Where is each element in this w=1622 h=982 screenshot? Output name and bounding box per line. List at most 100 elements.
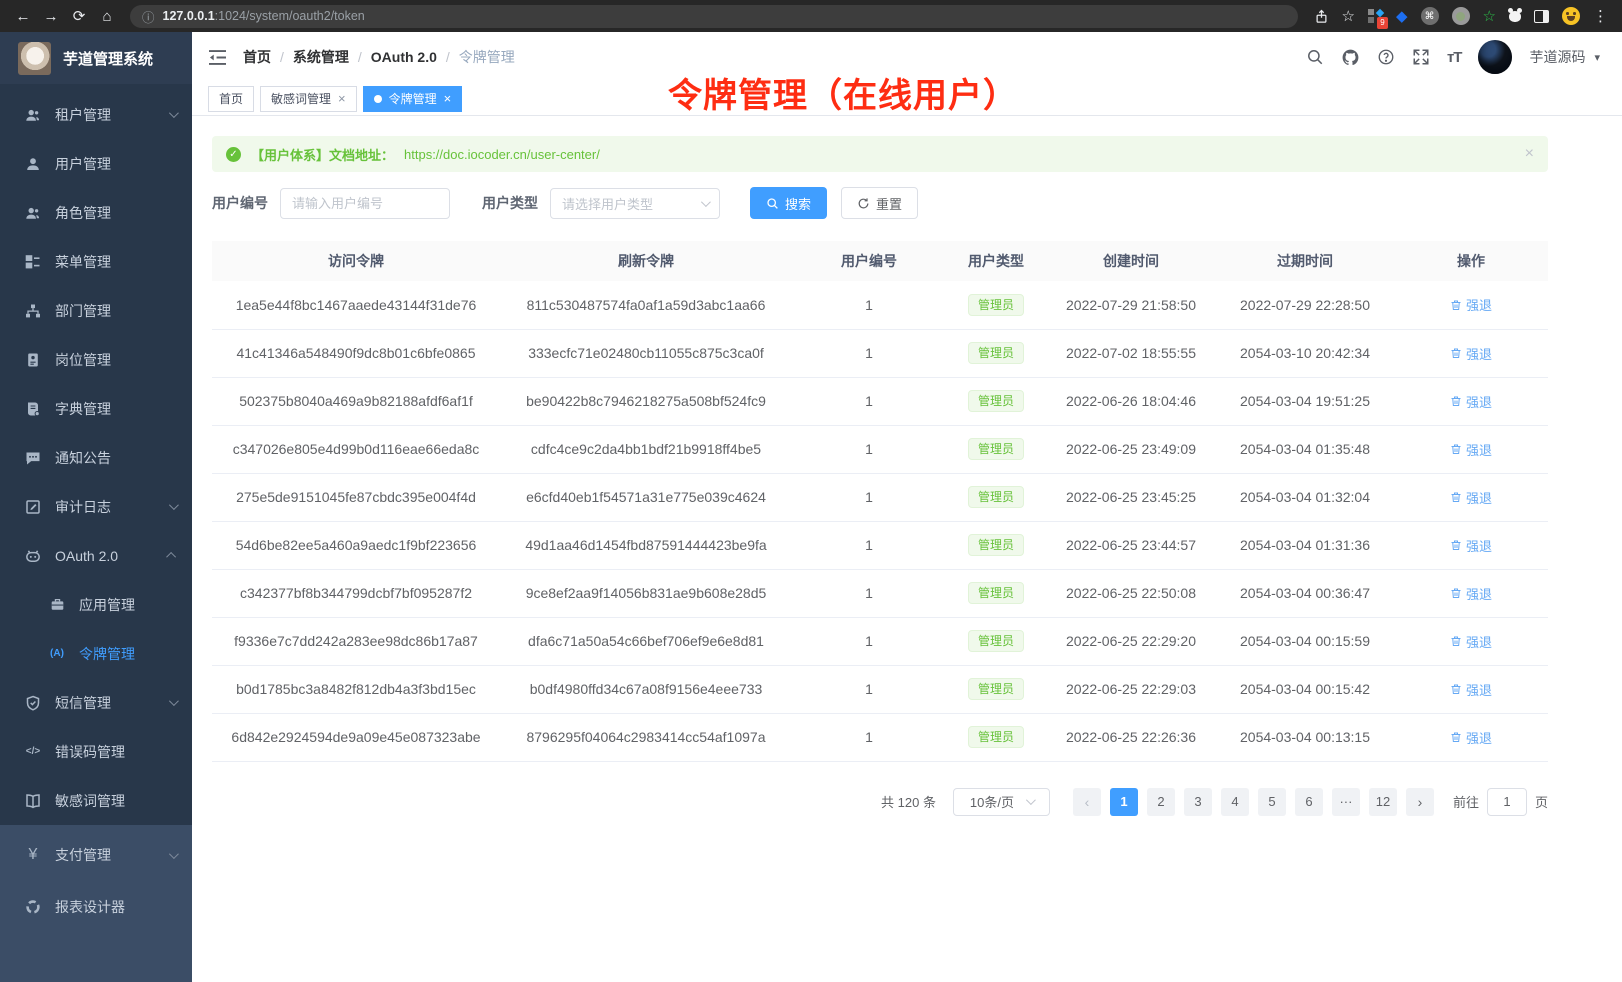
sidebar-item-tenant[interactable]: 租户管理 bbox=[0, 90, 192, 139]
user-icon bbox=[24, 156, 42, 172]
sidebar-item-sensitive[interactable]: 敏感词管理 bbox=[0, 776, 192, 825]
browser-forward-button[interactable]: → bbox=[38, 3, 64, 29]
alert-close-icon[interactable]: × bbox=[1525, 145, 1534, 163]
sidebar-item-post[interactable]: 岗位管理 bbox=[0, 335, 192, 384]
next-page-button[interactable]: › bbox=[1406, 788, 1434, 816]
search-button[interactable]: 搜索 bbox=[750, 187, 827, 219]
address-bar[interactable]: ⓘ 127.0.0.1:1024/system/oauth2/token bbox=[130, 5, 1298, 28]
page-button[interactable]: 5 bbox=[1258, 788, 1286, 816]
prev-page-button[interactable]: ‹ bbox=[1073, 788, 1101, 816]
caret-down-icon[interactable]: ▾ bbox=[1594, 51, 1600, 64]
cell-refresh-token: 8796295f04064c2983414cc54af1097a bbox=[500, 713, 792, 761]
username[interactable]: 芋道源码 bbox=[1529, 47, 1585, 67]
close-icon[interactable]: × bbox=[444, 92, 452, 105]
sidebar-item-report[interactable]: 报表设计器 bbox=[0, 881, 192, 933]
cell-actions: 强退 bbox=[1394, 713, 1548, 761]
page-size-select[interactable]: 10条/页 bbox=[953, 788, 1050, 816]
page-button[interactable]: 1 bbox=[1110, 788, 1138, 816]
navbar-tools: тT 芋道源码 ▾ bbox=[1306, 40, 1600, 74]
force-logout-label: 强退 bbox=[1466, 632, 1492, 651]
table-row: 1ea5e44f8bc1467aaede43144f31de76 811c530… bbox=[212, 281, 1548, 329]
cell-user-id: 1 bbox=[792, 569, 946, 617]
bear-extension-icon[interactable] bbox=[1509, 11, 1521, 22]
cell-actions: 强退 bbox=[1394, 281, 1548, 329]
cell-created-time: 2022-06-25 23:49:09 bbox=[1046, 425, 1216, 473]
force-logout-button[interactable]: 强退 bbox=[1450, 536, 1492, 555]
command-extension-icon[interactable]: ⌘ bbox=[1421, 7, 1439, 25]
page-ellipsis-button[interactable]: ··· bbox=[1332, 788, 1360, 816]
browser-home-button[interactable]: ⌂ bbox=[94, 3, 120, 29]
cell-actions: 强退 bbox=[1394, 425, 1548, 473]
sidebar-item-oauth-token[interactable]: (A) 令牌管理 bbox=[0, 629, 192, 678]
browser-back-button[interactable]: ← bbox=[10, 3, 36, 29]
force-logout-button[interactable]: 强退 bbox=[1450, 632, 1492, 651]
sidebar-item-dict[interactable]: 字典管理 bbox=[0, 384, 192, 433]
user-id-input[interactable] bbox=[280, 188, 450, 219]
extension-grid-icon[interactable]: 9 bbox=[1368, 9, 1383, 24]
avatar[interactable] bbox=[1478, 40, 1512, 74]
page-button[interactable]: 12 bbox=[1369, 788, 1397, 816]
sidebar-item-notice[interactable]: 通知公告 bbox=[0, 433, 192, 482]
breadcrumb-oauth[interactable]: OAuth 2.0 bbox=[371, 49, 437, 65]
site-info-icon[interactable]: ⓘ bbox=[142, 7, 155, 26]
browser-reload-button[interactable]: ⟳ bbox=[66, 3, 92, 29]
sidebar-item-audit[interactable]: 审计日志 bbox=[0, 482, 192, 531]
force-logout-button[interactable]: 强退 bbox=[1450, 344, 1492, 363]
tab-token-management[interactable]: 令牌管理× bbox=[363, 86, 463, 112]
user-type-select[interactable]: 请选择用户类型 bbox=[550, 188, 720, 219]
emoji-extension-icon[interactable] bbox=[1562, 7, 1580, 25]
font-size-icon[interactable]: тT bbox=[1447, 49, 1462, 66]
dot-extension-icon[interactable] bbox=[1452, 7, 1470, 25]
user-type-badge: 管理员 bbox=[968, 438, 1024, 460]
cell-user-type: 管理员 bbox=[946, 713, 1046, 761]
force-logout-button[interactable]: 强退 bbox=[1450, 584, 1492, 603]
sidebar-item-role[interactable]: 角色管理 bbox=[0, 188, 192, 237]
cell-expire-time: 2054-03-04 01:31:36 bbox=[1216, 521, 1394, 569]
side-panel-icon[interactable] bbox=[1534, 10, 1549, 23]
share-icon[interactable] bbox=[1314, 9, 1329, 24]
bookmark-star-icon[interactable]: ☆ bbox=[1342, 3, 1355, 29]
sidebar-item-errcode[interactable]: </> 错误码管理 bbox=[0, 727, 192, 776]
page-button[interactable]: 6 bbox=[1295, 788, 1323, 816]
github-icon[interactable] bbox=[1341, 48, 1360, 67]
doc-link[interactable]: https://doc.iocoder.cn/user-center/ bbox=[404, 147, 600, 162]
fullscreen-icon[interactable] bbox=[1412, 48, 1430, 66]
help-icon[interactable] bbox=[1377, 48, 1395, 66]
user-type-badge: 管理员 bbox=[968, 294, 1024, 316]
sidebar-item-menu[interactable]: 菜单管理 bbox=[0, 237, 192, 286]
cell-refresh-token: 49d1aa46d1454fbd87591444423be9fa bbox=[500, 521, 792, 569]
force-logout-button[interactable]: 强退 bbox=[1450, 440, 1492, 459]
breadcrumb-system[interactable]: 系统管理 bbox=[293, 47, 349, 67]
page-button[interactable]: 4 bbox=[1221, 788, 1249, 816]
user-type-badge: 管理员 bbox=[968, 726, 1024, 748]
gem-extension-icon[interactable]: ◆ bbox=[1396, 7, 1408, 25]
sidebar: 芋道管理系统 租户管理 用户管理 角色管理 菜单管理 部 bbox=[0, 32, 192, 982]
tenants-icon bbox=[24, 107, 42, 123]
browser-menu-icon[interactable]: ⋮ bbox=[1593, 7, 1608, 25]
force-logout-button[interactable]: 强退 bbox=[1450, 392, 1492, 411]
sidebar-item-pay[interactable]: ¥ 支付管理 bbox=[0, 829, 192, 881]
sidebar-item-user[interactable]: 用户管理 bbox=[0, 139, 192, 188]
sidebar-logo[interactable]: 芋道管理系统 bbox=[0, 32, 192, 84]
search-icon[interactable] bbox=[1306, 48, 1324, 66]
force-logout-button[interactable]: 强退 bbox=[1450, 488, 1492, 507]
sidebar-item-sms[interactable]: 短信管理 bbox=[0, 678, 192, 727]
sidebar-collapse-icon[interactable] bbox=[208, 49, 227, 66]
close-icon[interactable]: × bbox=[338, 92, 346, 105]
user-type-badge: 管理员 bbox=[968, 534, 1024, 556]
sidebar-item-oauth[interactable]: OAuth 2.0 bbox=[0, 531, 192, 580]
reset-button[interactable]: 重置 bbox=[841, 187, 918, 219]
breadcrumb-home[interactable]: 首页 bbox=[243, 47, 271, 67]
star-extension-icon[interactable]: ☆ bbox=[1483, 7, 1496, 25]
goto-page-input[interactable] bbox=[1487, 788, 1527, 816]
tab-home[interactable]: 首页 bbox=[208, 86, 254, 112]
force-logout-button[interactable]: 强退 bbox=[1450, 680, 1492, 699]
tab-sensitive-words[interactable]: 敏感词管理× bbox=[260, 86, 357, 112]
force-logout-button[interactable]: 强退 bbox=[1450, 728, 1492, 747]
col-created-time: 创建时间 bbox=[1046, 241, 1216, 281]
sidebar-item-dept[interactable]: 部门管理 bbox=[0, 286, 192, 335]
page-button[interactable]: 2 bbox=[1147, 788, 1175, 816]
force-logout-button[interactable]: 强退 bbox=[1450, 295, 1492, 314]
sidebar-item-oauth-app[interactable]: 应用管理 bbox=[0, 580, 192, 629]
page-button[interactable]: 3 bbox=[1184, 788, 1212, 816]
